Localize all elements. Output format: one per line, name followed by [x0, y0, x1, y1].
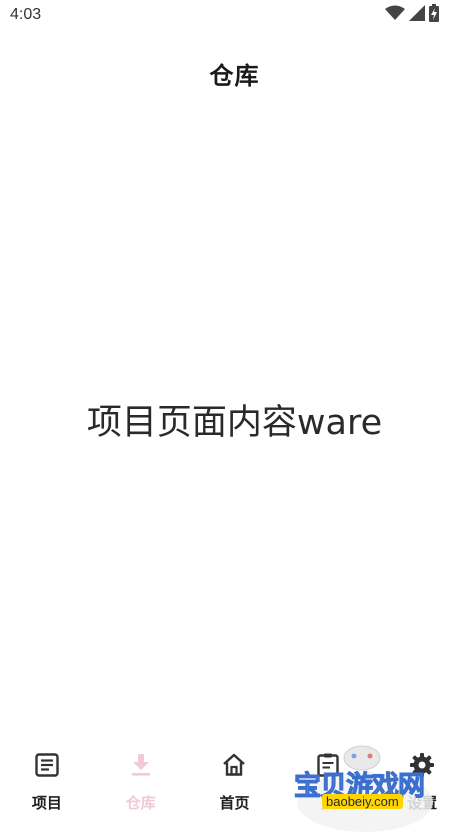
status-time: 4:03 — [10, 6, 42, 23]
wifi-icon — [385, 5, 405, 25]
nav-item-docs[interactable]: 文 — [281, 740, 375, 820]
page-title: 仓库 — [209, 61, 260, 90]
home-icon — [219, 750, 249, 780]
status-icons — [385, 4, 439, 26]
nav-label-repository: 仓库 — [125, 794, 156, 812]
status-bar: 4:03 — [0, 0, 469, 32]
nav-label-docs: 文 — [320, 794, 336, 812]
nav-item-home[interactable]: 首页 — [188, 740, 282, 820]
document-list-icon — [32, 750, 62, 780]
app-header: 仓库 — [0, 48, 469, 98]
nav-item-settings[interactable]: 设置 — [375, 740, 469, 820]
gear-icon — [407, 750, 437, 780]
main-content: 项目页面内容ware — [0, 100, 469, 740]
content-text: 项目页面内容ware — [86, 402, 383, 443]
download-icon — [126, 750, 156, 780]
nav-item-projects[interactable]: 项目 — [0, 740, 94, 820]
clipboard-icon — [313, 750, 343, 780]
cellular-signal-icon — [409, 5, 425, 25]
nav-item-repository[interactable]: 仓库 — [94, 740, 188, 820]
nav-label-projects: 项目 — [31, 794, 62, 812]
bottom-navigation: 项目 仓库 首页 文 设置 — [0, 740, 469, 834]
nav-label-settings: 设置 — [407, 794, 438, 812]
nav-label-home: 首页 — [219, 794, 250, 812]
battery-charging-icon — [429, 4, 439, 26]
